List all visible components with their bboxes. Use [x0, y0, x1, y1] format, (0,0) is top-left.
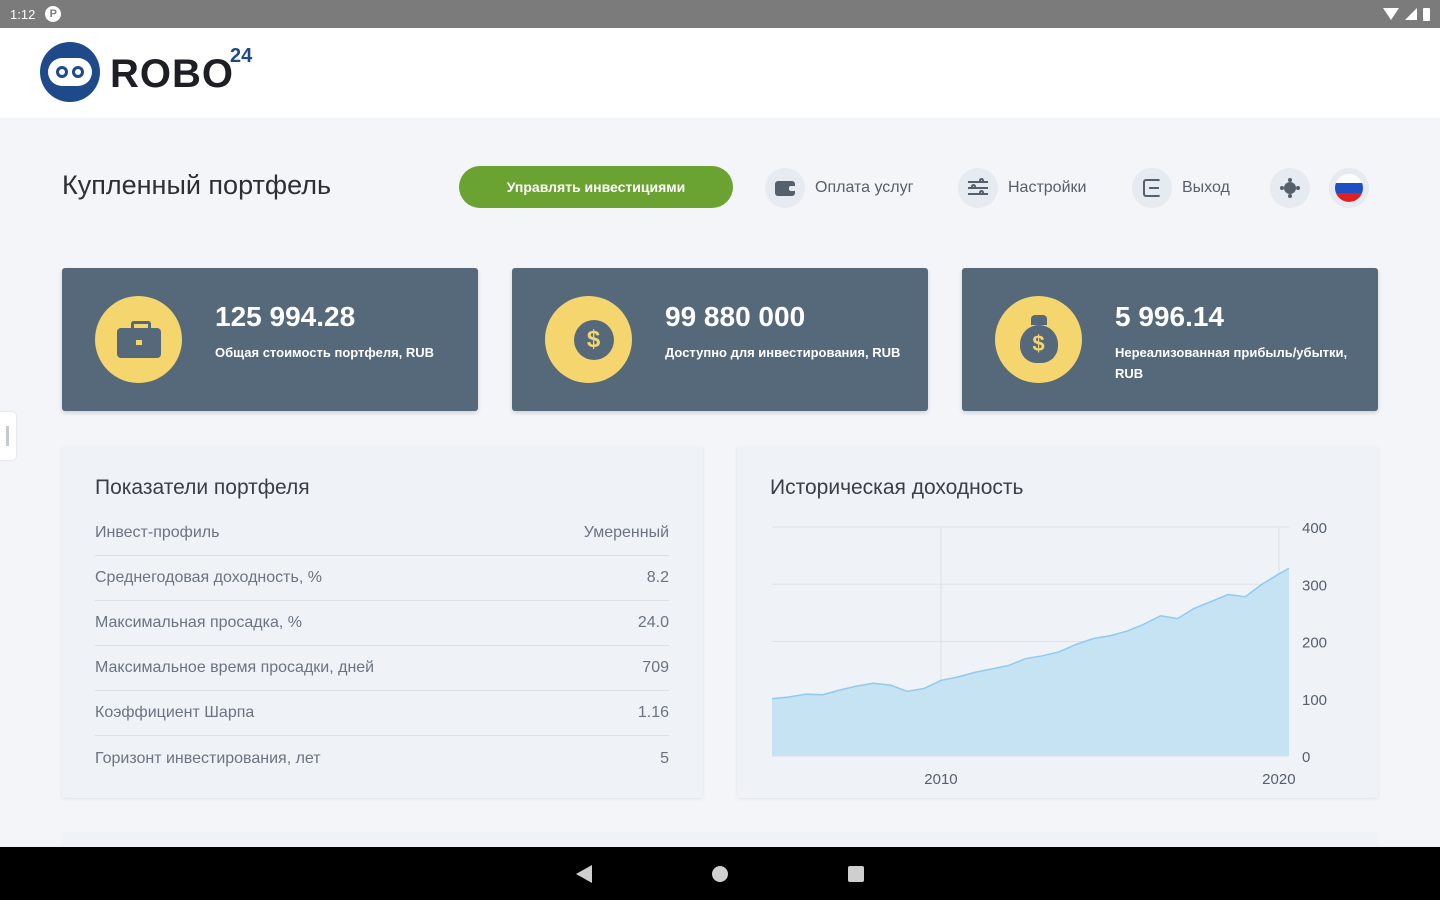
stat-value: 99 880 000: [665, 301, 806, 332]
metric-row: Среднегодовая доходность, % 8.2: [95, 556, 669, 601]
stat-label: Нереализованная прибыль/убытки, RUB: [1115, 345, 1348, 381]
language-button[interactable]: [1329, 168, 1369, 208]
stat-label: Общая стоимость портфеля, RUB: [215, 345, 435, 360]
metric-label: Коэффициент Шарпа: [95, 704, 255, 721]
coin-icon: $: [545, 296, 632, 383]
y-tick-label: 100: [1302, 692, 1327, 709]
payment-button[interactable]: Оплата услуг: [765, 168, 913, 208]
y-tick-label: 0: [1302, 749, 1310, 766]
status-bar: 1:12 P: [0, 0, 1440, 28]
robot-logo-icon: [40, 42, 100, 102]
metric-label: Среднегодовая доходность, %: [95, 569, 322, 586]
theme-toggle-button[interactable]: [1270, 168, 1310, 208]
money-bag-icon: $: [995, 296, 1082, 383]
metric-row: Инвест-профиль Умеренный: [95, 511, 669, 556]
historical-return-chart: 0 100 200 300 400 2010 2020: [771, 520, 1327, 788]
side-drawer-handle[interactable]: [0, 412, 16, 460]
settings-button[interactable]: Настройки: [958, 168, 1086, 208]
metrics-list: Инвест-профиль Умеренный Среднегодовая дох…: [95, 511, 669, 781]
metric-row: Коэффициент Шарпа 1.16: [95, 691, 669, 736]
system-nav-bar: [0, 847, 1440, 900]
back-icon[interactable]: [576, 864, 592, 883]
metric-value: Умеренный: [583, 524, 669, 541]
wifi-icon: [1383, 8, 1399, 20]
metric-label: Горизонт инвестирования, лет: [95, 749, 321, 767]
brand-name: ROBO: [110, 51, 234, 96]
y-tick-label: 400: [1302, 520, 1327, 537]
metric-label: Максимальное время просадки, дней: [95, 659, 375, 676]
x-tick-label: 2020: [1262, 771, 1295, 788]
x-tick-label: 2010: [924, 771, 957, 788]
logout-label: Выход: [1182, 179, 1230, 196]
y-tick-label: 200: [1302, 635, 1327, 652]
manage-investments-button[interactable]: Управлять инвестициями: [459, 166, 733, 208]
notification-icon: P: [45, 6, 62, 22]
metric-value: 5: [660, 749, 669, 767]
stat-value: 125 994.28: [215, 301, 356, 332]
metric-value: 1.16: [637, 704, 669, 721]
recent-apps-icon[interactable]: [848, 865, 864, 882]
return-area: [772, 568, 1289, 756]
logout-icon: [1132, 168, 1172, 208]
metric-row: Горизонт инвестирования, лет 5: [95, 736, 669, 781]
brand-logo[interactable]: ROBO 24: [40, 42, 252, 102]
sliders-icon: [958, 168, 998, 208]
stat-card-available-funds: $ 99 880 000 Доступно для инвестирования…: [512, 268, 928, 411]
metric-row: Максимальное время просадки, дней 709: [95, 646, 669, 691]
status-icons: [1383, 7, 1430, 21]
payment-label: Оплата услуг: [815, 179, 914, 196]
settings-label: Настройки: [1008, 179, 1087, 196]
wallet-icon: [765, 168, 805, 208]
metric-row: Максимальная просадка, % 24.0: [95, 601, 669, 646]
portfolio-metrics-panel: Показатели портфеля Инвест-профиль Умерен…: [62, 446, 703, 798]
brand-superscript: 24: [230, 44, 253, 67]
briefcase-icon: [95, 296, 182, 383]
russian-flag-icon: [1329, 168, 1369, 208]
metric-value: 8.2: [646, 569, 669, 586]
app-header: ROBO 24: [0, 28, 1440, 118]
stat-card-portfolio-value: 125 994.28 Общая стоимость портфеля, RUB: [62, 268, 478, 411]
stat-card-unrealized-pnl: $ 5 996.14 Нереализованная прибыль/убытк…: [962, 268, 1378, 411]
sun-icon: [1270, 168, 1310, 208]
logout-button[interactable]: Выход: [1132, 168, 1230, 208]
home-icon[interactable]: [712, 865, 728, 882]
y-tick-label: 300: [1302, 577, 1327, 594]
metric-label: Максимальная просадка, %: [95, 614, 302, 631]
metric-value: 709: [642, 659, 669, 676]
metric-value: 24.0: [637, 614, 669, 631]
historical-return-panel: Историческая доходность 0 100 200 300 400 201…: [737, 446, 1378, 798]
stat-label: Доступно для инвестирования, RUB: [665, 345, 901, 360]
metric-label: Инвест-профиль: [95, 524, 220, 541]
battery-icon: [1423, 7, 1430, 21]
panel-title: Показатели портфеля: [95, 476, 310, 499]
signal-icon: [1405, 8, 1417, 20]
page-title: Купленный портфель: [62, 170, 332, 200]
status-time: 1:12: [10, 6, 36, 22]
stat-value: 5 996.14: [1115, 301, 1224, 332]
